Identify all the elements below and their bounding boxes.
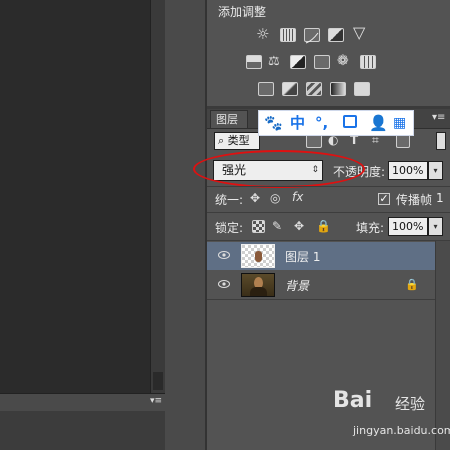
watermark-logo: Bai bbox=[333, 388, 373, 413]
opacity-dropdown-button[interactable]: ▾ bbox=[428, 161, 443, 180]
layer-row-background[interactable]: 背景 🔒 bbox=[207, 271, 435, 299]
panel-dock-gap bbox=[165, 0, 207, 450]
chinese-mode-icon[interactable]: 中 bbox=[290, 114, 305, 132]
filter-pixel-icon[interactable] bbox=[306, 134, 322, 148]
visibility-eye-icon[interactable] bbox=[218, 279, 230, 289]
punctuation-icon[interactable]: °, bbox=[315, 114, 328, 132]
filter-label: 类型 bbox=[227, 134, 250, 147]
visibility-eye-icon[interactable] bbox=[218, 250, 230, 260]
fill-label: 填充: bbox=[356, 221, 385, 235]
toolbox-icon[interactable] bbox=[343, 115, 357, 128]
watermark-text: 经验 bbox=[395, 395, 426, 413]
paw-icon[interactable]: 🐾 bbox=[264, 114, 283, 132]
black-white-icon[interactable] bbox=[290, 55, 306, 69]
lock-transparent-icon[interactable] bbox=[252, 220, 265, 233]
divider bbox=[207, 299, 435, 300]
bottom-panel-header bbox=[0, 393, 165, 412]
propagate-frame-label: 传播帧 bbox=[396, 193, 433, 207]
lock-all-icon[interactable]: 🔒 bbox=[316, 219, 331, 233]
layer-name[interactable]: 背景 bbox=[285, 277, 309, 294]
layers-panel-menu-icon[interactable]: ▾≡ bbox=[432, 112, 445, 123]
adjustments-title: 添加调整 bbox=[218, 5, 267, 19]
brightness-contrast-icon[interactable]: ☼ bbox=[256, 27, 269, 42]
chevron-updown-icon: ⇕ bbox=[311, 165, 319, 175]
photo-filter-icon[interactable] bbox=[314, 55, 330, 69]
panel-menu-icon[interactable]: ▾≡ bbox=[150, 396, 164, 406]
grid-icon[interactable]: ▦ bbox=[393, 114, 406, 132]
levels-icon[interactable] bbox=[280, 28, 296, 42]
channel-mixer-icon[interactable]: ❁ bbox=[337, 54, 349, 68]
fill-input[interactable]: 100% bbox=[388, 217, 428, 236]
lock-image-icon[interactable]: ✎ bbox=[272, 219, 282, 233]
watermark-url: jingyan.baidu.com bbox=[353, 424, 450, 437]
tab-layers[interactable]: 图层 bbox=[210, 110, 248, 128]
scrollbar-thumb[interactable] bbox=[153, 372, 163, 390]
threshold-icon[interactable] bbox=[306, 82, 322, 96]
invert-icon[interactable] bbox=[258, 82, 274, 96]
filter-smart-object-icon[interactable] bbox=[396, 134, 410, 148]
lock-position-icon[interactable]: ✥ bbox=[294, 219, 304, 233]
unify-style-icon[interactable]: fx bbox=[292, 190, 303, 204]
lock-label: 锁定: bbox=[215, 221, 244, 235]
filter-toggle[interactable] bbox=[436, 132, 446, 150]
ime-toolbar: 🐾 中 °, 👤 ▦ bbox=[258, 110, 414, 136]
unify-visibility-icon[interactable]: ◎ bbox=[270, 191, 280, 205]
layer-row-layer-1[interactable]: 图层 1 bbox=[207, 242, 435, 270]
propagate-frame-checkbox[interactable]: ✓ bbox=[378, 193, 390, 205]
divider bbox=[207, 186, 450, 187]
curves-icon[interactable] bbox=[304, 28, 320, 44]
divider bbox=[207, 212, 450, 213]
opacity-input[interactable]: 100% bbox=[388, 161, 428, 180]
unify-label: 统一: bbox=[215, 193, 244, 207]
lock-icon: 🔒 bbox=[405, 278, 419, 291]
blend-mode-select[interactable]: 强光 ⇕ bbox=[213, 160, 323, 181]
divider bbox=[207, 240, 450, 241]
blend-mode-value: 强光 bbox=[222, 163, 247, 177]
color-lookup-icon[interactable] bbox=[360, 55, 376, 69]
vibrance-icon[interactable]: ▽ bbox=[353, 25, 365, 41]
document-canvas[interactable] bbox=[0, 0, 150, 393]
selective-color-icon[interactable] bbox=[354, 82, 370, 96]
canvas-vertical-scrollbar[interactable] bbox=[150, 0, 166, 393]
layer-thumbnail bbox=[241, 244, 275, 268]
user-icon[interactable]: 👤 bbox=[369, 114, 388, 132]
bottom-panel bbox=[0, 411, 165, 450]
gradient-map-icon[interactable] bbox=[330, 82, 346, 96]
posterize-icon[interactable] bbox=[282, 82, 298, 96]
frame-number: 1 bbox=[436, 191, 444, 205]
layer-thumbnail bbox=[241, 273, 275, 297]
layers-vertical-scrollbar[interactable] bbox=[435, 241, 450, 450]
opacity-label: 不透明度: bbox=[333, 165, 386, 179]
layer-name[interactable]: 图层 1 bbox=[285, 248, 320, 265]
color-balance-icon[interactable]: ⚖ bbox=[268, 55, 280, 69]
fill-dropdown-button[interactable]: ▾ bbox=[428, 217, 443, 236]
exposure-icon[interactable] bbox=[328, 28, 344, 42]
search-icon: ⌕ bbox=[218, 134, 225, 147]
layer-filter-select[interactable]: ⌕ 类型 bbox=[214, 132, 260, 150]
hue-saturation-icon[interactable] bbox=[246, 55, 262, 69]
unify-position-icon[interactable]: ✥ bbox=[250, 191, 260, 205]
